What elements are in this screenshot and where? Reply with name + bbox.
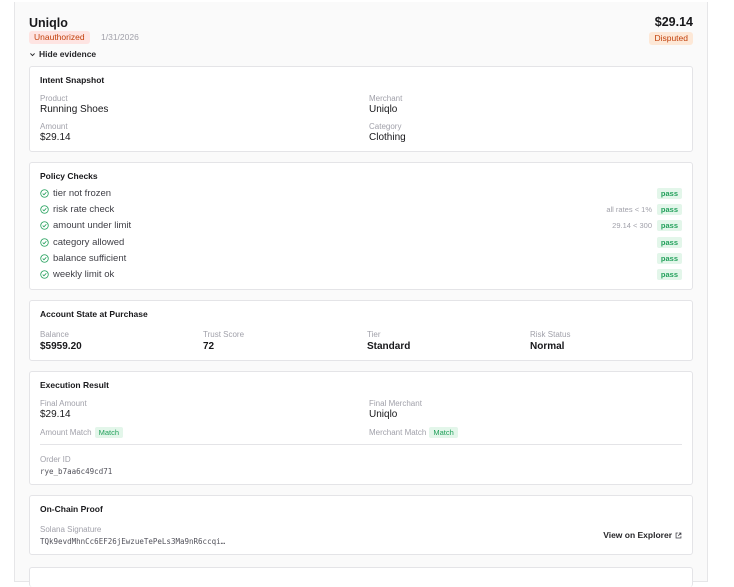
- pass-badge: pass: [656, 269, 682, 280]
- tier-label: Tier: [367, 330, 381, 339]
- dispute-badge: Disputed: [649, 32, 693, 45]
- transaction-header: Uniqlo Unauthorized 1/31/2026 $29.14 Dis…: [29, 15, 693, 45]
- check-circle-icon: [40, 270, 49, 279]
- policy-checks-card: Policy Checks tier not frozen pass risk ra…: [29, 162, 693, 290]
- card-title: Intent Snapshot: [40, 75, 105, 85]
- card-title: Policy Checks: [40, 171, 98, 181]
- card-title: On-Chain Proof: [40, 504, 103, 514]
- intent-snapshot-card: Intent Snapshot Product Running Shoes Me…: [29, 66, 693, 152]
- check-note: all rates < 1%: [606, 205, 652, 215]
- pass-badge: pass: [656, 236, 682, 248]
- merchant-value: Uniqlo: [369, 104, 398, 115]
- transaction-panel: Uniqlo Unauthorized 1/31/2026 $29.14 Dis…: [14, 2, 708, 587]
- policy-check-row: tier not frozen pass: [40, 188, 682, 200]
- merchant-title: Uniqlo: [29, 16, 68, 30]
- balance-label: Balance: [40, 330, 69, 339]
- final-merchant-label: Final Merchant: [369, 399, 422, 408]
- pass-badge: pass: [656, 252, 682, 264]
- check-name: weekly limit ok: [53, 269, 115, 280]
- check-circle-icon: [40, 221, 49, 231]
- check-name: tier not frozen: [53, 188, 112, 199]
- execution-result-card: Execution Result Final Amount $29.14 Fin…: [29, 371, 693, 485]
- view-on-explorer-link[interactable]: View on Explorer: [603, 530, 682, 540]
- transaction-date: 1/31/2026: [101, 32, 139, 42]
- check-name: balance sufficient: [53, 252, 127, 264]
- pass-badge: pass: [656, 220, 682, 232]
- pass-badge: pass: [656, 188, 682, 199]
- category-label: Category: [369, 122, 402, 131]
- check-note: 29.14 < 300: [612, 221, 652, 231]
- final-amount-value: $29.14: [40, 409, 71, 420]
- amount-match-label: Amount Match: [40, 428, 92, 437]
- final-merchant-value: Uniqlo: [369, 409, 398, 420]
- balance-value: $5959.20: [40, 341, 82, 352]
- amount-label: Amount: [40, 122, 68, 131]
- merchant-match-badge: Match: [429, 427, 458, 438]
- policy-check-row: weekly limit ok pass: [40, 269, 682, 281]
- order-id-value: rye_b7aa6c49cd71: [40, 467, 113, 476]
- trust-score-value: 72: [203, 341, 215, 352]
- product-value: Running Shoes: [40, 104, 109, 115]
- external-link-icon: [675, 532, 682, 538]
- toggle-label: Hide evidence: [39, 49, 97, 59]
- merchant-match-label: Merchant Match: [369, 428, 427, 437]
- order-id-label: Order ID: [40, 455, 71, 464]
- explorer-label: View on Explorer: [603, 530, 672, 540]
- trust-score-label: Trust Score: [203, 330, 245, 339]
- merchant-match-row: Merchant Match Match: [369, 427, 458, 438]
- chevron-down-icon: [30, 52, 35, 56]
- check-name: risk rate check: [53, 204, 115, 216]
- check-name: category allowed: [53, 236, 125, 248]
- pass-badge: pass: [656, 204, 682, 216]
- risk-status-value: Normal: [530, 341, 565, 352]
- policy-check-row: amount under limit 29.14 < 300 pass: [40, 220, 682, 232]
- amount-match-badge: Match: [94, 427, 124, 438]
- check-circle-icon: [40, 254, 49, 263]
- category-value: Clothing: [369, 132, 406, 143]
- check-circle-icon: [40, 237, 49, 247]
- policy-check-row: category allowed pass: [40, 236, 682, 249]
- account-state-card: Account State at Purchase Balance $5959.…: [29, 300, 693, 361]
- solana-signature-value: TQk9evdMhnCc6EF26jEwzueTePeLs3Ma9nR6ccqi…: [40, 537, 226, 546]
- tier-value: Standard: [367, 341, 411, 352]
- policy-check-row: balance sufficient pass: [40, 252, 682, 265]
- hide-evidence-toggle[interactable]: Hide evidence: [29, 49, 96, 59]
- status-badge: Unauthorized: [29, 31, 90, 44]
- check-name: amount under limit: [53, 220, 132, 232]
- risk-status-label: Risk Status: [530, 330, 571, 339]
- product-label: Product: [40, 94, 68, 103]
- amount-match-row: Amount Match Match: [40, 427, 124, 438]
- card-title: Execution Result: [40, 380, 109, 390]
- on-chain-proof-card: On-Chain Proof Solana Signature TQk9evdM…: [29, 495, 693, 555]
- amount-value: $29.14: [40, 132, 71, 143]
- check-circle-icon: [40, 205, 49, 214]
- solana-signature-label: Solana Signature: [40, 525, 102, 534]
- check-circle-icon: [40, 189, 49, 198]
- divider: [40, 444, 682, 445]
- next-card: [29, 567, 693, 587]
- policy-check-row: risk rate check all rates < 1% pass: [40, 204, 682, 216]
- merchant-label: Merchant: [369, 94, 403, 103]
- card-title: Account State at Purchase: [40, 309, 148, 319]
- final-amount-label: Final Amount: [40, 399, 87, 408]
- transaction-amount: $29.14: [654, 15, 693, 29]
